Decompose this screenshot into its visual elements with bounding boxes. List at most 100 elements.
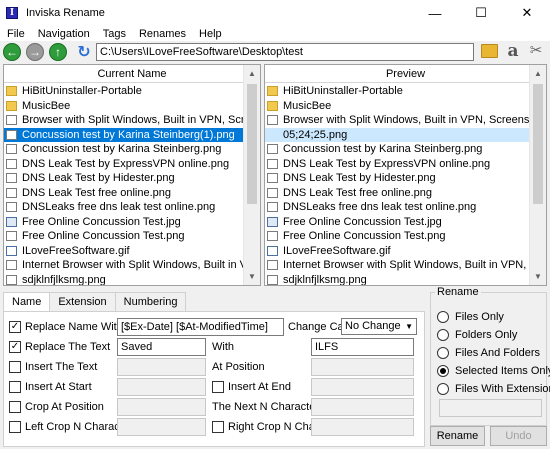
- preview-header[interactable]: Preview: [265, 65, 546, 83]
- file-row[interactable]: Internet Browser with Split Windows, Bui…: [4, 258, 245, 273]
- file-row[interactable]: ILoveFreeSoftware.gif: [4, 244, 245, 259]
- menu-tags[interactable]: Tags: [103, 28, 126, 40]
- replace-name-label: Replace Name With: [25, 321, 123, 333]
- scroll-up-icon[interactable]: ▲: [244, 65, 260, 82]
- arrow-right-icon[interactable]: →: [26, 43, 44, 61]
- radio-button[interactable]: [437, 383, 449, 395]
- current-name-pane[interactable]: Current Name HiBitUninstaller-Portable Mu…: [3, 64, 261, 286]
- maximize-button[interactable]: ☐: [458, 0, 504, 26]
- insert-text-input[interactable]: [117, 358, 206, 376]
- radio-button[interactable]: [437, 329, 449, 341]
- insert-start-input[interactable]: [117, 378, 206, 396]
- next-n-input[interactable]: [311, 398, 414, 416]
- file-row[interactable]: Concussion test by Karina Steinberg.png: [265, 142, 531, 157]
- file-row[interactable]: MusicBee: [4, 99, 245, 114]
- at-position-input[interactable]: [311, 358, 414, 376]
- file-row[interactable]: DNSLeaks free dns leak test online.png: [265, 200, 531, 215]
- scroll-down-icon[interactable]: ▼: [530, 268, 546, 285]
- radio-files-with-extensions[interactable]: Files With Extensions:: [437, 383, 550, 395]
- preview-pane[interactable]: Preview HiBitUninstaller-Portable MusicBe…: [264, 64, 547, 286]
- file-row[interactable]: DNS Leak Test free online.png: [4, 186, 245, 201]
- insert-text-checkbox[interactable]: [9, 361, 21, 373]
- radio-files-only[interactable]: Files Only: [437, 311, 504, 323]
- right-scrollbar[interactable]: ▲ ▼: [529, 65, 546, 285]
- scroll-up-icon[interactable]: ▲: [530, 65, 546, 82]
- replace-text-input[interactable]: Saved: [117, 338, 206, 356]
- left-crop-input[interactable]: [117, 418, 206, 436]
- tab-numbering[interactable]: Numbering: [114, 292, 187, 311]
- arrow-up-icon[interactable]: ↑: [49, 43, 67, 61]
- insert-end-checkbox[interactable]: [212, 381, 224, 393]
- replace-text-option[interactable]: ✓ Replace The Text: [9, 341, 110, 353]
- file-row[interactable]: Concussion test by Karina Steinberg(1).p…: [4, 127, 245, 142]
- scroll-down-icon[interactable]: ▼: [244, 268, 260, 285]
- left-crop-checkbox[interactable]: [9, 421, 21, 433]
- right-crop-checkbox[interactable]: [212, 421, 224, 433]
- file-row[interactable]: DNS Leak Test by ExpressVPN online.png: [265, 157, 531, 172]
- tab-name[interactable]: Name: [3, 292, 51, 312]
- radio-files-and-folders[interactable]: Files And Folders: [437, 347, 540, 359]
- right-crop-input[interactable]: [311, 418, 414, 436]
- with-input[interactable]: ILFS: [311, 338, 414, 356]
- file-row[interactable]: HiBitUninstaller-Portable: [4, 84, 245, 99]
- with-label: With: [212, 341, 234, 353]
- case-icon[interactable]: a: [504, 41, 522, 61]
- path-input[interactable]: C:\Users\ILoveFreeSoftware\Desktop\test: [96, 43, 474, 61]
- radio-button-checked[interactable]: [437, 365, 449, 377]
- close-button[interactable]: ✕: [504, 0, 550, 26]
- menu-navigation[interactable]: Navigation: [38, 28, 90, 40]
- file-row[interactable]: DNS Leak Test by Hidester.png: [265, 171, 531, 186]
- insert-start-checkbox[interactable]: [9, 381, 21, 393]
- folder-open-icon[interactable]: [481, 44, 498, 58]
- file-row[interactable]: Free Online Concussion Test.png: [4, 229, 245, 244]
- menu-renames[interactable]: Renames: [139, 28, 186, 40]
- tools-icon[interactable]: ✂: [527, 42, 545, 60]
- file-row[interactable]: Free Online Concussion Test.jpg: [4, 215, 245, 230]
- file-row[interactable]: MusicBee: [265, 99, 531, 114]
- menu-file[interactable]: File: [7, 28, 25, 40]
- file-row[interactable]: Free Online Concussion Test.jpg: [265, 215, 531, 230]
- rename-button[interactable]: Rename: [430, 426, 485, 446]
- crop-position-checkbox[interactable]: [9, 401, 21, 413]
- file-row[interactable]: 05;24;25.png: [265, 127, 531, 142]
- file-row[interactable]: DNS Leak Test by Hidester.png: [4, 171, 245, 186]
- file-row[interactable]: Browser with Split Windows, Built in VPN…: [4, 113, 245, 128]
- scroll-thumb[interactable]: [247, 84, 257, 204]
- file-row[interactable]: sdjklnfjlksmg.png: [265, 273, 531, 285]
- file-row[interactable]: HiBitUninstaller-Portable: [265, 84, 531, 99]
- scroll-thumb[interactable]: [533, 84, 543, 204]
- radio-button[interactable]: [437, 311, 449, 323]
- file-row[interactable]: DNS Leak Test free online.png: [265, 186, 531, 201]
- insert-end-option[interactable]: Insert At End: [212, 381, 291, 393]
- extensions-input[interactable]: [439, 399, 542, 417]
- file-row[interactable]: ILoveFreeSoftware.gif: [265, 244, 531, 259]
- file-row[interactable]: Internet Browser with Split Windows, Bui…: [265, 258, 531, 273]
- tab-extension[interactable]: Extension: [49, 292, 116, 311]
- file-row[interactable]: DNSLeaks free dns leak test online.png: [4, 200, 245, 215]
- file-row[interactable]: DNS Leak Test by ExpressVPN online.png: [4, 157, 245, 172]
- current-name-header[interactable]: Current Name: [4, 65, 260, 83]
- replace-name-checkbox[interactable]: ✓: [9, 321, 21, 333]
- menu-help[interactable]: Help: [199, 28, 222, 40]
- arrow-left-icon[interactable]: ←: [3, 43, 21, 61]
- file-row[interactable]: sdjklnfjlksmg.png: [4, 273, 245, 285]
- replace-name-option[interactable]: ✓ Replace Name With: [9, 321, 123, 333]
- radio-folders-only[interactable]: Folders Only: [437, 329, 517, 341]
- replace-name-input[interactable]: [$Ex-Date] [$At-ModifiedTime]: [117, 318, 284, 336]
- change-case-select[interactable]: No Change ▼: [341, 318, 417, 335]
- radio-button[interactable]: [437, 347, 449, 359]
- replace-text-checkbox[interactable]: ✓: [9, 341, 21, 353]
- crop-position-input[interactable]: [117, 398, 206, 416]
- refresh-icon[interactable]: ↻: [74, 42, 94, 62]
- minimize-button[interactable]: —: [412, 0, 458, 26]
- insert-end-input[interactable]: [311, 378, 414, 396]
- radio-selected-items-only[interactable]: Selected Items Only: [437, 365, 550, 377]
- crop-position-option[interactable]: Crop At Position: [9, 401, 104, 413]
- file-row[interactable]: Browser with Split Windows, Built in VPN…: [265, 113, 531, 128]
- insert-start-option[interactable]: Insert At Start: [9, 381, 92, 393]
- file-row[interactable]: Free Online Concussion Test.png: [265, 229, 531, 244]
- left-scrollbar[interactable]: ▲ ▼: [243, 65, 260, 285]
- insert-text-option[interactable]: Insert The Text: [9, 361, 97, 373]
- file-row[interactable]: Concussion test by Karina Steinberg.png: [4, 142, 245, 157]
- undo-button[interactable]: Undo: [490, 426, 547, 446]
